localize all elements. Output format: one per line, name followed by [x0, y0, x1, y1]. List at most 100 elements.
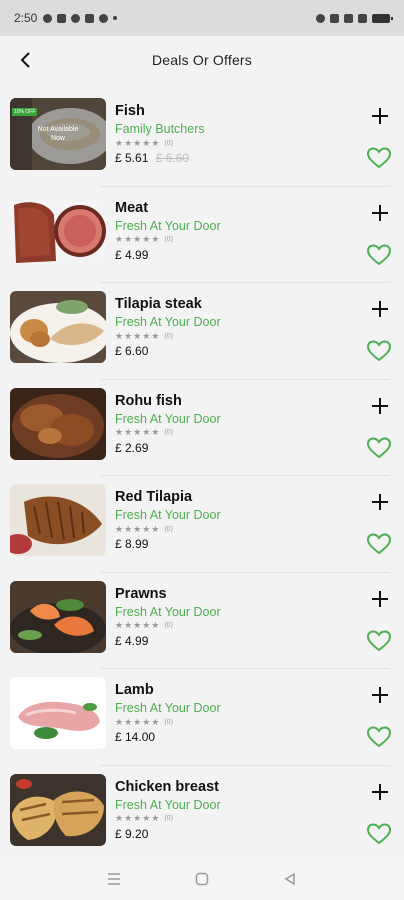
favorite-button[interactable]	[364, 337, 394, 365]
add-to-cart-button[interactable]	[366, 199, 394, 227]
item-price-row: £ 5.61 £ 6.60	[115, 151, 394, 165]
back-button[interactable]	[10, 44, 42, 76]
item-rating: ★★★★★ (0)	[115, 234, 394, 245]
add-to-cart-button[interactable]	[366, 778, 394, 806]
menu-icon	[108, 873, 120, 885]
heart-outline-icon	[366, 340, 392, 362]
star-rating-icon: ★★★★★	[115, 716, 161, 727]
item-seller: Fresh At Your Door	[115, 797, 221, 812]
review-count: (0)	[164, 139, 173, 147]
product-image	[10, 484, 106, 556]
plus-icon	[372, 204, 388, 221]
snapchat-icon	[71, 13, 81, 23]
list-item[interactable]: Meat Fresh At Your Door ★★★★★ (0) £ 4.99	[0, 187, 404, 284]
item-price: £ 9.20	[115, 826, 149, 841]
item-actions	[364, 585, 394, 665]
discount-badge: 10% OFF	[12, 108, 38, 116]
item-rating: ★★★★★ (0)	[115, 427, 394, 438]
product-image	[10, 387, 106, 460]
item-actions	[364, 102, 394, 182]
item-seller: Fresh At Your Door	[115, 508, 221, 522]
item-actions	[364, 295, 394, 375]
favorite-button[interactable]	[364, 530, 394, 558]
star-rating-icon: ★★★★★	[115, 620, 161, 630]
item-price: £ 4.99	[115, 633, 149, 648]
item-rating: ★★★★★ (0)	[115, 331, 394, 341]
heart-outline-icon	[366, 726, 392, 748]
add-to-cart-button[interactable]	[366, 488, 394, 516]
recent-apps-button[interactable]	[99, 864, 129, 894]
item-seller: Family Butchers	[115, 122, 205, 136]
item-price: £ 8.99	[115, 537, 149, 551]
home-square-icon	[195, 872, 209, 886]
list-item[interactable]: Prawns Fresh At Your Door ★★★★★ (0) £ 4.…	[0, 573, 404, 670]
item-actions	[364, 778, 394, 858]
add-to-cart-button[interactable]	[366, 102, 394, 130]
call-icon	[344, 13, 353, 23]
favorite-button[interactable]	[364, 434, 394, 462]
plus-icon	[372, 687, 388, 703]
battery-icon	[372, 13, 393, 23]
plus-icon	[372, 108, 388, 124]
product-image	[10, 194, 106, 267]
favorite-button[interactable]	[364, 820, 394, 848]
list-item[interactable]: Chicken breast Fresh At Your Door ★★★★★ …	[0, 766, 404, 863]
item-seller: Fresh At Your Door	[115, 411, 221, 426]
star-rating-icon: ★★★★★	[115, 523, 161, 534]
product-image	[10, 677, 106, 749]
item-info: Tilapia steak Fresh At Your Door ★★★★★ (…	[115, 291, 394, 358]
favorite-button[interactable]	[364, 241, 394, 269]
item-actions	[364, 488, 394, 568]
item-name: Chicken breast	[115, 778, 219, 795]
item-seller: Fresh At Your Door	[115, 315, 221, 329]
heart-outline-icon	[366, 147, 392, 169]
list-item[interactable]: Red Tilapia Fresh At Your Door ★★★★★ (0)…	[0, 476, 404, 573]
item-rating: ★★★★★ (0)	[115, 138, 394, 148]
list-item[interactable]: Rohu fish Fresh At Your Door ★★★★★ (0) £…	[0, 380, 404, 477]
heart-outline-icon	[366, 243, 392, 265]
item-rating: ★★★★★ (0)	[115, 524, 394, 534]
add-to-cart-button[interactable]	[366, 681, 394, 709]
favorite-button[interactable]	[364, 723, 394, 751]
item-price-row: £ 8.99	[115, 537, 394, 551]
item-name: Fish	[115, 103, 145, 119]
review-count: (0)	[164, 332, 173, 340]
favorite-button[interactable]	[364, 627, 394, 655]
add-to-cart-button[interactable]	[366, 392, 394, 420]
page-title: Deals Or Offers	[152, 52, 252, 68]
product-image	[10, 291, 106, 363]
signal-icon	[358, 13, 367, 23]
list-item[interactable]: Not Available Now 10% OFF Fish Family Bu…	[0, 90, 404, 187]
item-name: Rohu fish	[115, 392, 182, 409]
list-item[interactable]: Tilapia steak Fresh At Your Door ★★★★★ (…	[0, 283, 404, 380]
home-button[interactable]	[187, 864, 217, 894]
item-actions	[364, 392, 394, 472]
favorite-button[interactable]	[364, 144, 394, 172]
item-price-row: £ 6.60	[115, 344, 394, 358]
item-rating: ★★★★★ (0)	[115, 813, 394, 824]
heart-outline-icon	[366, 436, 392, 458]
system-icons	[316, 13, 393, 23]
item-price: £ 4.99	[115, 247, 149, 262]
notification-icons	[43, 13, 118, 23]
system-back-button[interactable]	[275, 864, 305, 894]
review-count: (0)	[164, 525, 173, 533]
shortcut-icon	[85, 13, 95, 23]
review-count: (0)	[164, 622, 173, 629]
add-to-cart-button[interactable]	[366, 585, 394, 613]
more-dot-icon	[113, 16, 118, 20]
item-price: £ 2.69	[115, 440, 149, 455]
wifi-icon	[330, 13, 339, 23]
item-name: Prawns	[115, 585, 167, 602]
add-to-cart-button[interactable]	[366, 295, 394, 323]
item-actions	[364, 681, 394, 761]
item-seller: Fresh At Your Door	[115, 604, 221, 619]
item-price-row: £ 4.99	[115, 634, 394, 648]
status-time: 2:50	[14, 11, 38, 25]
heart-outline-icon	[366, 629, 392, 651]
list-item[interactable]: Lamb Fresh At Your Door ★★★★★ (0) £ 14.0…	[0, 669, 404, 766]
review-count: (0)	[164, 815, 173, 822]
whatsapp-icon	[43, 13, 53, 23]
plus-icon	[372, 301, 388, 317]
product-image	[10, 773, 106, 846]
